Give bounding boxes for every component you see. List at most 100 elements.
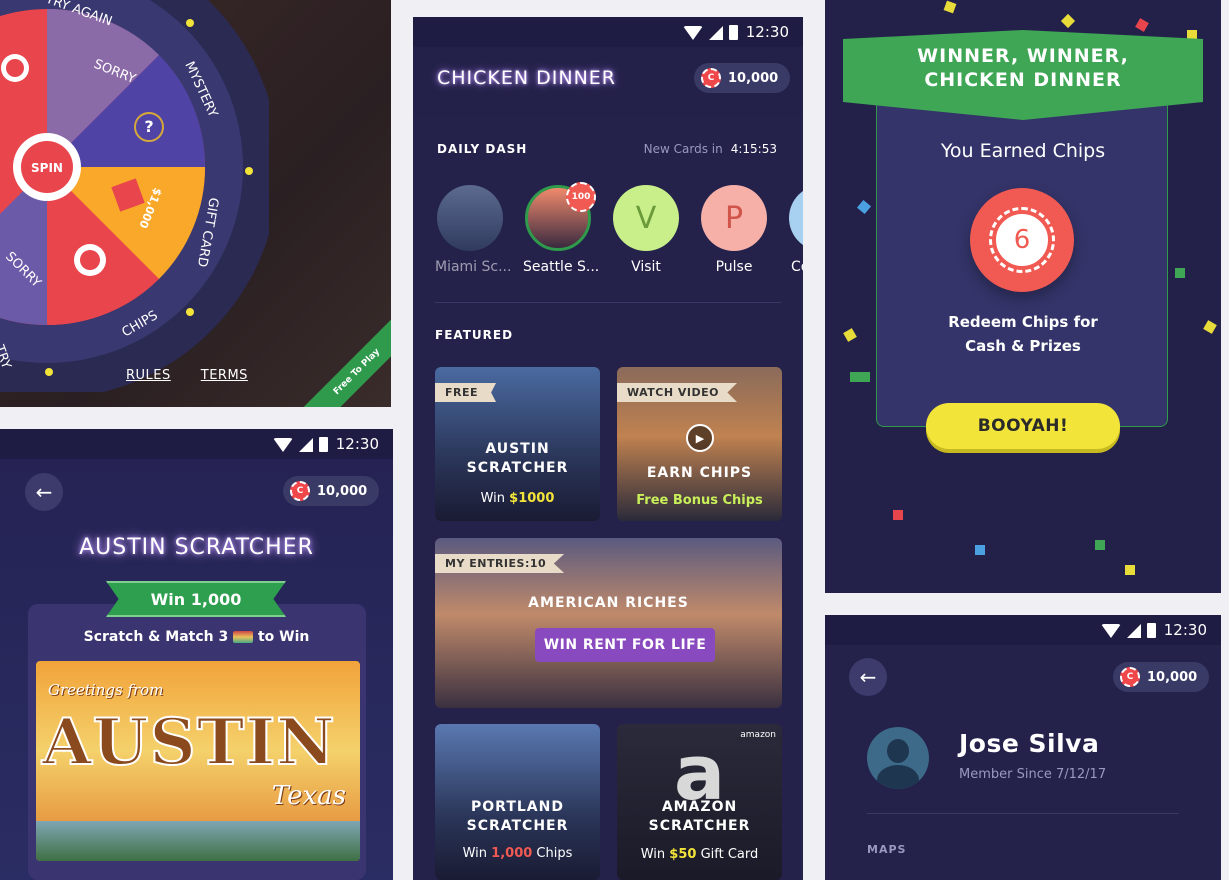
confetti: [943, 0, 957, 14]
winner-banner-line1: WINNER, WINNER,: [917, 45, 1129, 67]
featured-heading: FEATURED: [435, 328, 514, 342]
home-screen-panel: 12:30 CHICKEN DINNER C 10,000 DAILY DASH…: [413, 17, 803, 880]
winner-banner: WINNER, WINNER, CHICKEN DINNER: [843, 30, 1203, 120]
chip-balance[interactable]: C 10,000: [283, 476, 380, 506]
wifi-icon: [682, 25, 703, 40]
earned-heading: You Earned Chips: [940, 140, 1106, 162]
story-avatar-pulse: P: [701, 185, 767, 251]
confetti: [1095, 540, 1105, 550]
confetti: [1060, 13, 1076, 29]
winner-banner-line2: CHICKEN DINNER: [924, 69, 1122, 91]
austin-scratcher-panel: 12:30 ← C 10,000 AUSTIN SCRATCHER Win 1,…: [0, 429, 393, 880]
app-title: CHICKEN DINNER: [437, 67, 617, 89]
tile-title: AMERICAN RICHES: [528, 595, 689, 611]
story-seattle[interactable]: 100 Seattle S...: [523, 182, 599, 275]
status-bar: 12:30: [0, 429, 393, 459]
story-co[interactable]: Co: [787, 185, 803, 275]
tile-title: AMAZON SCRATCHER: [648, 799, 751, 834]
confetti: [856, 199, 872, 215]
arrow-left-icon: ←: [859, 665, 877, 689]
booyah-button[interactable]: BOOYAH!: [926, 403, 1120, 449]
tile-portland-scratcher[interactable]: PORTLAND SCRATCHER Win 1,000 Chips: [435, 724, 600, 880]
confetti: [1125, 565, 1135, 575]
new-cards-label: New Cards in: [643, 142, 723, 156]
new-cards-countdown: New Cards in 4:15:53: [644, 142, 777, 156]
chip-balance-value: 10,000: [1147, 669, 1198, 685]
story-avatar: [437, 185, 503, 251]
divider: [867, 813, 1179, 814]
tile-austin-scratcher[interactable]: FREE AUSTIN SCRATCHER Win $1000: [435, 367, 600, 521]
chip-icon: C: [290, 481, 310, 501]
profile-panel: 12:30 ← C 10,000 Jose Silva Member Since…: [825, 615, 1221, 880]
tile-tag: MY ENTRIES:10: [435, 554, 565, 573]
postcard-city: AUSTIN: [41, 704, 336, 781]
back-button[interactable]: ←: [25, 473, 63, 511]
tile-watch-video[interactable]: WATCH VIDEO ▶ EARN CHIPS Free Bonus Chip…: [617, 367, 782, 521]
chip-icon: 6: [970, 188, 1074, 292]
countdown-timer: 4:15:53: [730, 142, 777, 156]
status-time: 12:30: [335, 435, 379, 453]
prize-wheel[interactable]: SPIN SORRY MYSTERY GIFT CARD $1,000 CHIP…: [0, 0, 269, 392]
story-label: Co: [791, 259, 803, 275]
battery-icon: [318, 436, 328, 452]
confetti: [975, 545, 985, 555]
instruction-text-end: to Win: [257, 629, 310, 645]
tile-title: EARN CHIPS: [646, 465, 753, 481]
confetti: [1135, 18, 1149, 32]
postcard-greeting: Greetings from: [48, 681, 164, 699]
story-miami[interactable]: Miami Sc...: [435, 185, 512, 275]
page-title: AUSTIN SCRATCHER: [79, 535, 314, 560]
avatar[interactable]: [867, 727, 929, 789]
play-icon[interactable]: ▶: [686, 424, 714, 452]
member-since: Member Since 7/12/17: [959, 767, 1107, 782]
tile-american-riches[interactable]: MY ENTRIES:10 AMERICAN RICHES WIN RENT F…: [435, 538, 782, 708]
story-label: Pulse: [715, 259, 753, 275]
terms-link[interactable]: TERMS: [201, 368, 248, 383]
tile-amazon-scratcher[interactable]: amazon a AMAZON SCRATCHER Win $50 Gift Ca…: [617, 724, 782, 880]
story-avatar: 100: [525, 182, 596, 251]
confetti: [1175, 268, 1185, 278]
mystery-icon: ?: [144, 117, 153, 136]
back-button[interactable]: ←: [849, 658, 887, 696]
chip-icon: C: [701, 68, 721, 88]
tile-subtitle: Win 1,000 Chips: [462, 846, 573, 861]
scratch-area[interactable]: Greetings from AUSTIN Texas: [36, 661, 360, 861]
story-pulse[interactable]: P Pulse: [699, 185, 769, 275]
story-visit[interactable]: V Visit: [611, 185, 681, 275]
chip-balance[interactable]: C 10,000: [694, 63, 791, 93]
win-rent-banner: WIN RENT FOR LIFE: [535, 628, 715, 662]
tile-title: AUSTIN SCRATCHER: [466, 441, 569, 476]
chip-balance[interactable]: C 10,000: [1113, 662, 1210, 692]
story-label: Miami Sc...: [435, 259, 512, 275]
confetti: [893, 510, 903, 520]
postcard-skyline: [36, 821, 360, 861]
maps-heading: MAPS: [867, 843, 907, 856]
signal-icon: [1126, 623, 1141, 638]
spin-wheel-panel: SPIN SORRY MYSTERY GIFT CARD $1,000 CHIP…: [0, 0, 391, 407]
redeem-text: Redeem Chips for Cash & Prizes: [948, 313, 1098, 355]
arrow-left-icon: ←: [35, 480, 53, 504]
chip-icon-top-inner: [6, 59, 24, 77]
battery-icon: [728, 24, 738, 40]
story-avatar-visit: V: [613, 185, 679, 251]
tile-subtitle: Win $50 Gift Card: [640, 847, 759, 862]
chip-value: 6: [989, 207, 1055, 273]
tile-tag: WATCH VIDEO: [617, 383, 738, 402]
rules-link[interactable]: RULES: [126, 368, 171, 383]
confetti: [850, 372, 870, 382]
postcard-state: Texas: [271, 781, 346, 811]
daily-dash-heading: DAILY DASH: [437, 142, 528, 156]
battery-icon: [1146, 622, 1156, 638]
spin-button[interactable]: SPIN: [31, 161, 63, 175]
chip-balance-value: 10,000: [317, 483, 368, 499]
tile-title: PORTLAND SCRATCHER: [466, 799, 569, 834]
story-avatar: [789, 185, 803, 251]
status-time: 12:30: [745, 23, 789, 41]
signal-icon: [708, 25, 723, 40]
postcard-mini-icon: [233, 631, 254, 643]
instruction-text: Scratch & Match 3: [83, 629, 229, 645]
tile-tag: FREE: [435, 383, 497, 402]
status-bar: 12:30: [413, 17, 803, 47]
story-label: Visit: [631, 259, 661, 275]
win-ribbon: Win 1,000: [106, 581, 286, 617]
